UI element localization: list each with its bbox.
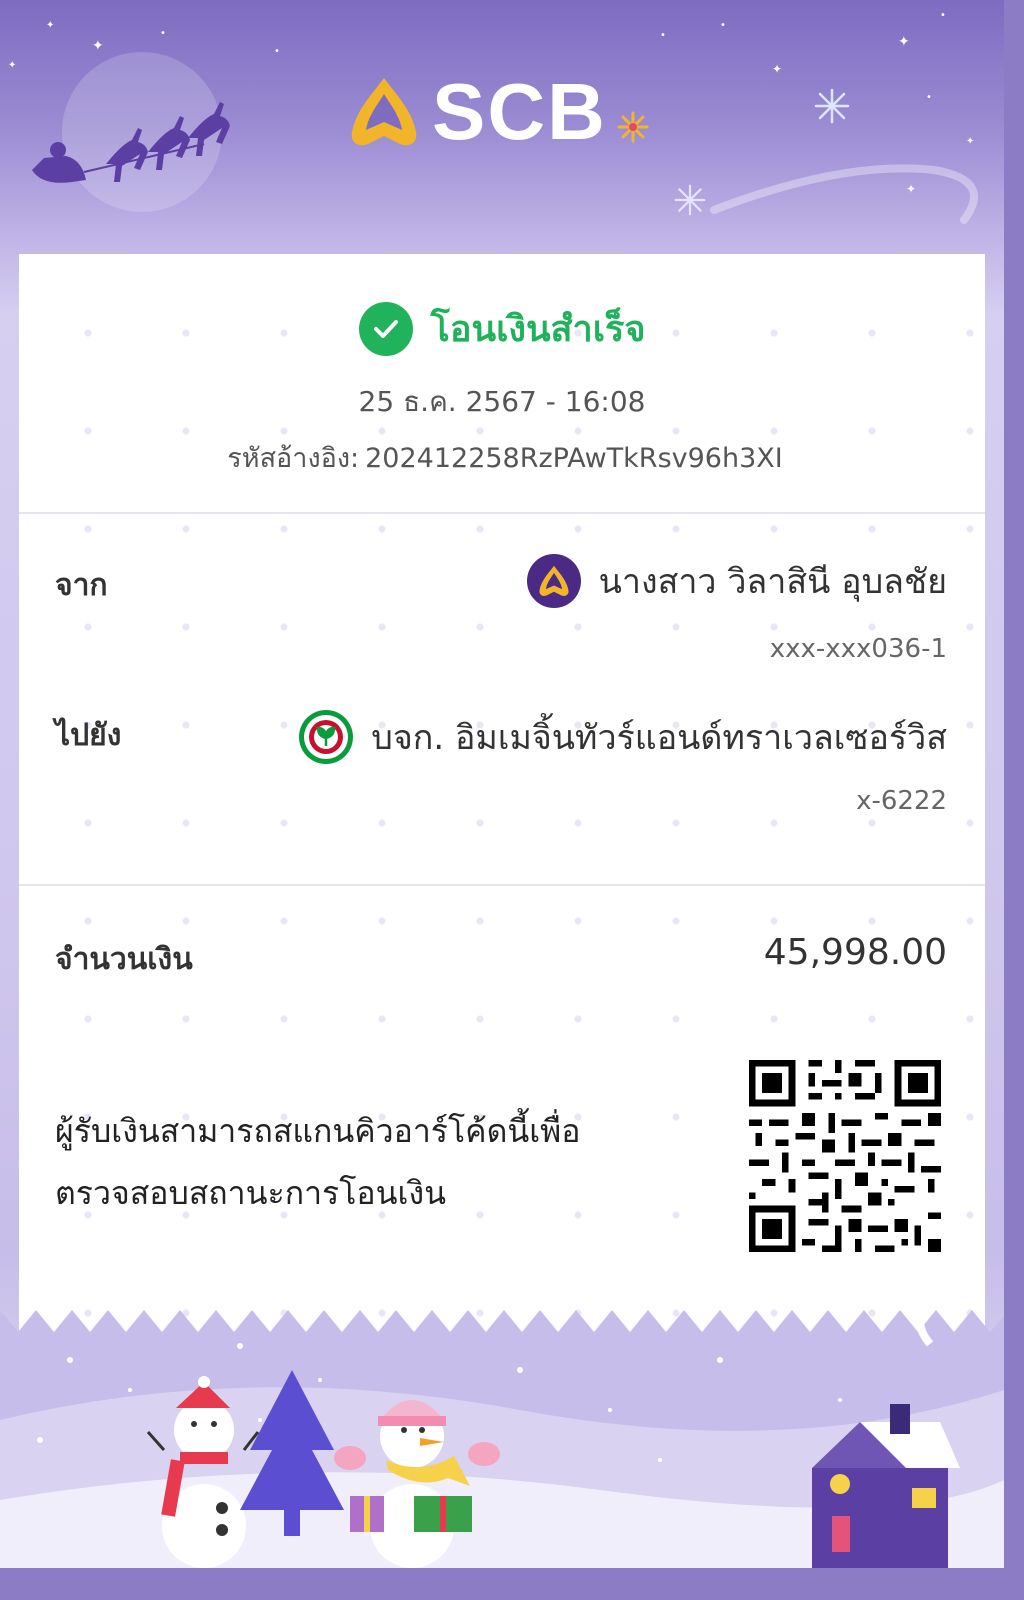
divider bbox=[19, 884, 985, 886]
success-check-icon bbox=[358, 301, 413, 356]
reference-value[interactable]: 202412258RzPAwTkRsv96h3XI bbox=[365, 443, 783, 474]
qr-instruction-line-2: ตรวจสอบสถานะการโอนเงิน bbox=[55, 1174, 446, 1212]
swirl-decoration bbox=[710, 164, 978, 224]
status-row: โอนเงินสำเร็จ bbox=[19, 300, 985, 357]
sparkle-icon bbox=[617, 111, 649, 143]
qr-instruction-line-1: ผู้รับเงินสามารถสแกนคิวอาร์โค้ดนี้เพื่อ bbox=[55, 1112, 581, 1150]
scb-bank-icon bbox=[526, 554, 581, 608]
reference-line: รหัสอ้างอิง: 202412258RzPAwTkRsv96h3XI bbox=[19, 436, 985, 479]
to-party: บจก. อิมเมจิ้นทัวร์แอนด์ทราเวลเซอร์วิส bbox=[299, 710, 947, 764]
scb-logo: SCB bbox=[344, 72, 651, 152]
amount-value: 45,998.00 bbox=[763, 932, 947, 973]
scb-logo-icon bbox=[351, 78, 417, 146]
snowflake-icon bbox=[674, 184, 706, 216]
amount-label: จำนวนเงิน bbox=[55, 942, 193, 977]
from-label: จาก bbox=[55, 568, 108, 603]
santa-sleigh-icon bbox=[32, 102, 230, 183]
to-label: ไปยัง bbox=[55, 718, 122, 753]
status-text: โอนเงินสำเร็จ bbox=[430, 309, 646, 350]
slip-page: ✦ ✦ • • ✦ • ✦ ✦ • • ✦ ✦ • SCB โอนเงินสำเ… bbox=[0, 0, 1004, 1568]
transaction-datetime: 25 ธ.ค. 2567 - 16:08 bbox=[358, 385, 646, 418]
header-banner: ✦ ✦ • • ✦ • ✦ ✦ • • ✦ ✦ • SCB bbox=[0, 0, 1004, 260]
receipt-card: โอนเงินสำเร็จ 25 ธ.ค. 2567 - 16:08 รหัสอ… bbox=[19, 254, 985, 1354]
divider bbox=[19, 512, 985, 514]
kbank-bank-icon bbox=[299, 710, 354, 764]
reference-label: รหัสอ้างอิง: bbox=[227, 443, 360, 474]
from-account: xxx-xxx036-1 bbox=[769, 634, 947, 664]
winter-scene-decoration bbox=[0, 1300, 1004, 1568]
snowflake-icon bbox=[814, 88, 850, 124]
to-account: x-6222 bbox=[856, 786, 947, 816]
qr-instruction: ผู้รับเงินสามารถสแกนคิวอาร์โค้ดนี้เพื่อ … bbox=[55, 1100, 675, 1224]
brand-name: SCB bbox=[432, 67, 607, 156]
to-name: บจก. อิมเมจิ้นทัวร์แอนด์ทราเวลเซอร์วิส bbox=[371, 718, 947, 758]
from-party: นางสาว วิลาสินี อุบลชัย bbox=[526, 554, 947, 608]
verification-qr-code[interactable] bbox=[749, 1060, 941, 1252]
from-name: นางสาว วิลาสินี อุบลชัย bbox=[598, 562, 947, 602]
